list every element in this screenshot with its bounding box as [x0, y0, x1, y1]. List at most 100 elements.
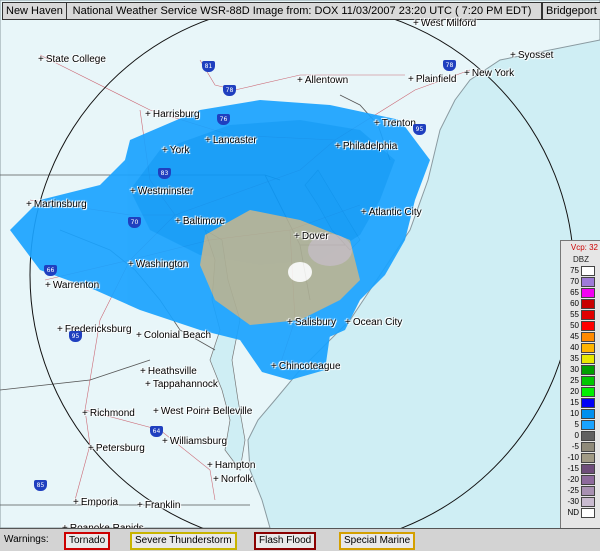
legend-row: 45	[561, 331, 600, 342]
legend-row: 60	[561, 298, 600, 309]
city-label: Salisbury	[287, 317, 336, 328]
legend-swatch	[581, 320, 595, 331]
legend-row: -20	[561, 474, 600, 485]
interstate-shield-icon: 81	[202, 61, 215, 72]
city-label: Atlantic City	[361, 207, 422, 218]
legend-row: -25	[561, 485, 600, 496]
legend-swatch	[581, 408, 595, 419]
legend-row: 20	[561, 386, 600, 397]
city-label: Petersburg	[88, 443, 145, 454]
warning-severe-thunderstorm-button[interactable]: Severe Thunderstorm	[130, 532, 237, 550]
legend-swatch	[581, 507, 595, 518]
legend-swatch	[581, 298, 595, 309]
legend-value: 30	[570, 365, 579, 374]
legend-value: 15	[570, 398, 579, 407]
warning-flash-flood-button[interactable]: Flash Flood	[254, 532, 317, 550]
city-label: Warrenton	[45, 280, 99, 291]
city-label: Franklin	[137, 500, 181, 511]
interstate-shield-icon: 76	[217, 114, 230, 125]
city-label: Ocean City	[345, 317, 402, 328]
legend-value: 50	[570, 321, 579, 330]
legend-row: 75	[561, 265, 600, 276]
interstate-shield-icon: 95	[413, 124, 426, 135]
interstate-shield-icon: 70	[128, 217, 141, 228]
legend-row: 5	[561, 419, 600, 430]
legend-value: -25	[567, 486, 579, 495]
legend-value: -10	[567, 453, 579, 462]
interstate-shield-icon: 64	[150, 426, 163, 437]
interstate-shield-icon: 66	[44, 265, 57, 276]
city-label: Allentown	[297, 75, 348, 86]
legend-value: 0	[574, 431, 579, 440]
interstate-shield-icon: 78	[223, 85, 236, 96]
legend-swatch	[581, 364, 595, 375]
city-label: State College	[38, 54, 106, 65]
legend-swatch	[581, 331, 595, 342]
legend-swatch	[581, 276, 595, 287]
legend-value: 55	[570, 310, 579, 319]
legend-swatch	[581, 463, 595, 474]
city-label: New York	[464, 68, 514, 79]
city-label: Williamsburg	[162, 436, 227, 447]
legend-value: -30	[567, 497, 579, 506]
legend-value: 45	[570, 332, 579, 341]
legend-row: ND	[561, 507, 600, 518]
city-label: Norfolk	[213, 474, 253, 485]
city-label: Philadelphia	[335, 141, 398, 152]
city-label: West Milford	[413, 18, 476, 29]
legend-value: ND	[567, 508, 579, 517]
warning-special-marine-button[interactable]: Special Marine	[339, 532, 416, 550]
interstate-shield-icon: 95	[69, 331, 82, 342]
warnings-bar: Warnings: Tornado Severe Thunderstorm Fl…	[0, 528, 600, 551]
legend-swatch	[581, 419, 595, 430]
city-label: Trenton	[374, 118, 416, 129]
legend-swatch	[581, 430, 595, 441]
legend-value: 40	[570, 343, 579, 352]
legend-swatch	[581, 441, 595, 452]
legend-row: 25	[561, 375, 600, 386]
legend-unit: DBZ	[573, 255, 589, 264]
warning-tornado-button[interactable]: Tornado	[64, 532, 111, 550]
legend-row: 40	[561, 342, 600, 353]
legend-swatch	[581, 375, 595, 386]
legend-swatch	[581, 265, 595, 276]
interstate-shield-icon: 83	[158, 168, 171, 179]
legend-swatch	[581, 342, 595, 353]
legend-row: 65	[561, 287, 600, 298]
legend-rows: 75 70 65 60 55 50 45 40 35 30 25 20 15 10 5 0 -5 -10 -15 -2…	[561, 265, 600, 518]
legend-swatch	[581, 386, 595, 397]
legend-swatch	[581, 452, 595, 463]
legend-row: -5	[561, 441, 600, 452]
legend-value: 20	[570, 387, 579, 396]
city-label: Richmond	[82, 408, 135, 419]
legend-swatch	[581, 474, 595, 485]
legend-swatch	[581, 287, 595, 298]
legend-value: -15	[567, 464, 579, 473]
city-label: Syosset	[510, 50, 554, 61]
legend-value: 35	[570, 354, 579, 363]
interstate-shield-icon: 78	[443, 60, 456, 71]
city-label: Washington	[128, 259, 188, 270]
legend-value: -20	[567, 475, 579, 484]
city-label: Emporia	[73, 497, 118, 508]
legend-value: -5	[571, 442, 579, 451]
city-label: Hampton	[207, 460, 256, 471]
dbz-legend: Vcp: 32 DBZ 75 70 65 60 55 50 45 40 35 30 25 20 15 10…	[560, 240, 600, 544]
legend-swatch	[581, 496, 595, 507]
city-label: Colonial Beach	[136, 330, 211, 341]
legend-row: 35	[561, 353, 600, 364]
legend-swatch	[581, 353, 595, 364]
city-label: York	[162, 145, 190, 156]
corner-label-left: New Haven	[2, 2, 67, 20]
legend-row: 55	[561, 309, 600, 320]
legend-row: 10	[561, 408, 600, 419]
legend-row: -10	[561, 452, 600, 463]
legend-row: -30	[561, 496, 600, 507]
legend-row: 15	[561, 397, 600, 408]
city-label: West Point	[153, 406, 209, 417]
legend-row: 50	[561, 320, 600, 331]
interstate-shield-icon: 85	[34, 480, 47, 491]
city-label: Westminster	[130, 186, 193, 197]
legend-value: 60	[570, 299, 579, 308]
legend-value: 70	[570, 277, 579, 286]
